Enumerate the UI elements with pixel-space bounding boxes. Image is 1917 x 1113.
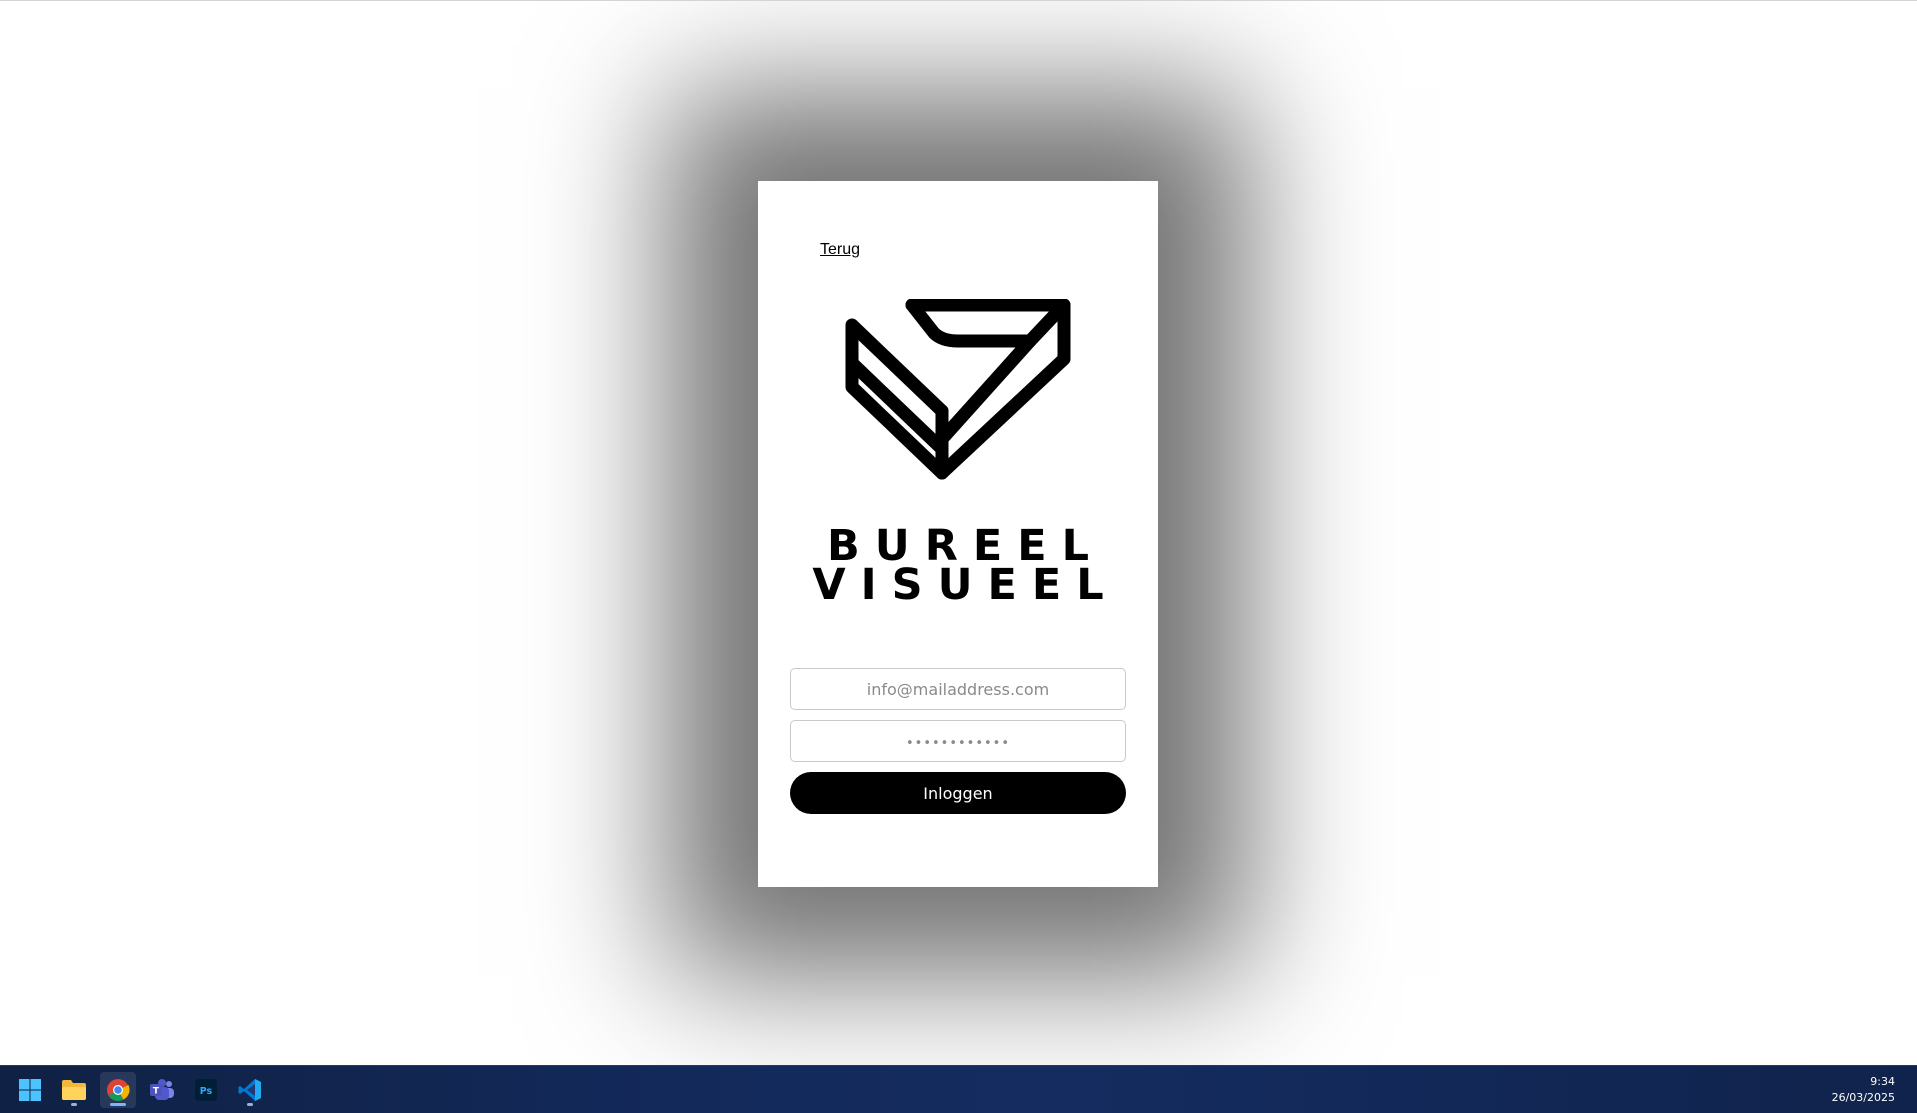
email-field[interactable] <box>790 668 1126 710</box>
login-button[interactable]: Inloggen <box>790 772 1126 814</box>
svg-text:T: T <box>153 1087 160 1097</box>
folder-icon <box>62 1080 86 1100</box>
running-indicator <box>71 1103 77 1106</box>
clock-date: 26/03/2025 <box>1831 1091 1895 1104</box>
windows-icon <box>19 1079 41 1101</box>
active-indicator <box>110 1103 126 1106</box>
taskbar-teams[interactable]: T <box>144 1072 180 1108</box>
svg-text:Ps: Ps <box>200 1086 213 1097</box>
back-link[interactable]: Terug <box>820 241 860 259</box>
system-clock[interactable]: 9:34 26/03/2025 <box>1832 1074 1895 1106</box>
running-indicator <box>247 1103 253 1106</box>
clock-time: 9:34 <box>1870 1075 1895 1088</box>
brand-wordmark: BUREEL VISUEEL <box>758 525 1158 610</box>
vscode-icon <box>238 1079 261 1101</box>
brand-line-2: VISUEEL <box>812 560 1119 610</box>
taskbar-vscode[interactable] <box>232 1072 268 1108</box>
bureel-visueel-logo-icon <box>845 299 1071 480</box>
login-card: Terug BUREEL VISUEEL Inloggen <box>758 181 1158 887</box>
start-button[interactable] <box>12 1072 48 1108</box>
login-page: Terug BUREEL VISUEEL Inloggen <box>0 1 1917 1065</box>
taskbar-photoshop[interactable]: Ps <box>188 1072 224 1108</box>
taskbar-file-explorer[interactable] <box>56 1072 92 1108</box>
chrome-icon <box>107 1079 130 1101</box>
teams-icon: T <box>150 1079 174 1100</box>
windows-taskbar: T Ps 9:34 26/03/2025 <box>0 1065 1917 1113</box>
taskbar-chrome[interactable] <box>100 1072 136 1108</box>
password-field[interactable] <box>790 720 1126 762</box>
photoshop-icon: Ps <box>195 1079 217 1101</box>
